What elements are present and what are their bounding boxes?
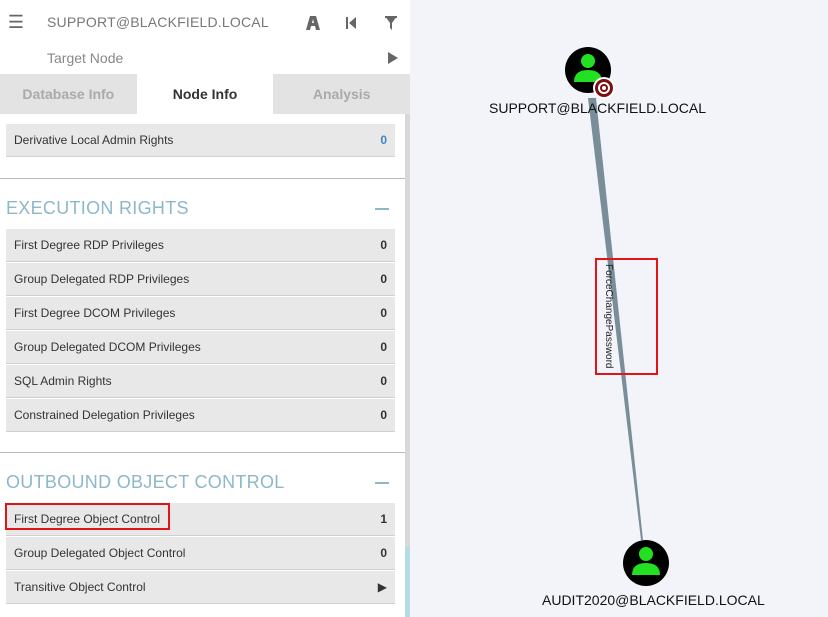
- list-item[interactable]: Transitive Object Control ▶: [6, 571, 395, 604]
- back-icon[interactable]: [341, 13, 361, 33]
- row-value: 0: [380, 306, 387, 320]
- tab-analysis[interactable]: Analysis: [273, 74, 410, 114]
- pathfinding-icon[interactable]: [303, 13, 323, 33]
- list-item[interactable]: Group Delegated DCOM Privileges 0: [6, 331, 395, 364]
- target-node[interactable]: [623, 540, 669, 586]
- row-value[interactable]: 1: [380, 512, 387, 526]
- row-label: Transitive Object Control: [14, 580, 146, 594]
- row-value[interactable]: 0: [380, 133, 387, 147]
- section-title: OUTBOUND OBJECT CONTROL: [6, 472, 285, 492]
- collapse-icon[interactable]: [375, 208, 389, 210]
- list-item-derivative-local-admin[interactable]: Derivative Local Admin Rights 0: [6, 124, 395, 157]
- row-label: Derivative Local Admin Rights: [14, 133, 174, 147]
- list-item[interactable]: First Degree DCOM Privileges 0: [6, 297, 395, 330]
- target-row: Target Node: [0, 44, 410, 74]
- source-node-label[interactable]: SUPPORT@BLACKFIELD.LOCAL: [489, 100, 706, 116]
- tab-bar: Database Info Node Info Analysis: [0, 74, 410, 114]
- hamburger-menu-icon[interactable]: ☰: [1, 12, 31, 33]
- list-item[interactable]: Group Delegated RDP Privileges 0: [6, 263, 395, 296]
- row-label: SQL Admin Rights: [14, 374, 112, 388]
- row-label: First Degree RDP Privileges: [14, 238, 164, 252]
- row-label: Group Delegated RDP Privileges: [14, 272, 190, 286]
- expand-arrow-icon[interactable]: ▶: [378, 580, 387, 594]
- row-value: 0: [380, 546, 387, 560]
- row-value: 0: [380, 340, 387, 354]
- list-item[interactable]: SQL Admin Rights 0: [6, 365, 395, 398]
- collapse-icon[interactable]: [375, 482, 389, 484]
- row-label: Group Delegated Object Control: [14, 546, 186, 560]
- list-item[interactable]: Group Delegated Object Control 0: [6, 537, 395, 570]
- row-label: Constrained Delegation Privileges: [14, 408, 195, 422]
- highlight-box: [5, 503, 170, 530]
- highlight-box: [595, 258, 658, 375]
- row-value: 0: [380, 272, 387, 286]
- target-node-label[interactable]: AUDIT2020@BLACKFIELD.LOCAL: [542, 592, 765, 608]
- list-item[interactable]: Constrained Delegation Privileges 0: [6, 399, 395, 432]
- row-value: 0: [380, 408, 387, 422]
- section-divider: [0, 452, 405, 453]
- section-title: EXECUTION RIGHTS: [6, 198, 189, 218]
- row-label: Group Delegated DCOM Privileges: [14, 340, 201, 354]
- list-item[interactable]: First Degree RDP Privileges 0: [6, 229, 395, 262]
- outbound-object-control-header: OUTBOUND OBJECT CONTROL: [6, 468, 395, 498]
- section-divider: [0, 178, 405, 179]
- search-row: ☰ SUPPORT@BLACKFIELD.LOCAL: [0, 0, 410, 44]
- row-value: 0: [380, 238, 387, 252]
- filter-icon[interactable]: [381, 13, 401, 33]
- tab-database-info[interactable]: Database Info: [0, 74, 137, 114]
- target-node-input[interactable]: Target Node: [47, 50, 123, 66]
- play-icon[interactable]: [383, 48, 403, 68]
- source-node-search-input[interactable]: SUPPORT@BLACKFIELD.LOCAL: [47, 14, 269, 30]
- row-label: First Degree DCOM Privileges: [14, 306, 176, 320]
- node-info-content: Derivative Local Admin Rights 0 EXECUTIO…: [0, 114, 405, 617]
- target-icon: [593, 77, 615, 99]
- row-value: 0: [380, 374, 387, 388]
- execution-rights-header: EXECUTION RIGHTS: [6, 194, 395, 224]
- tab-node-info[interactable]: Node Info: [136, 74, 274, 114]
